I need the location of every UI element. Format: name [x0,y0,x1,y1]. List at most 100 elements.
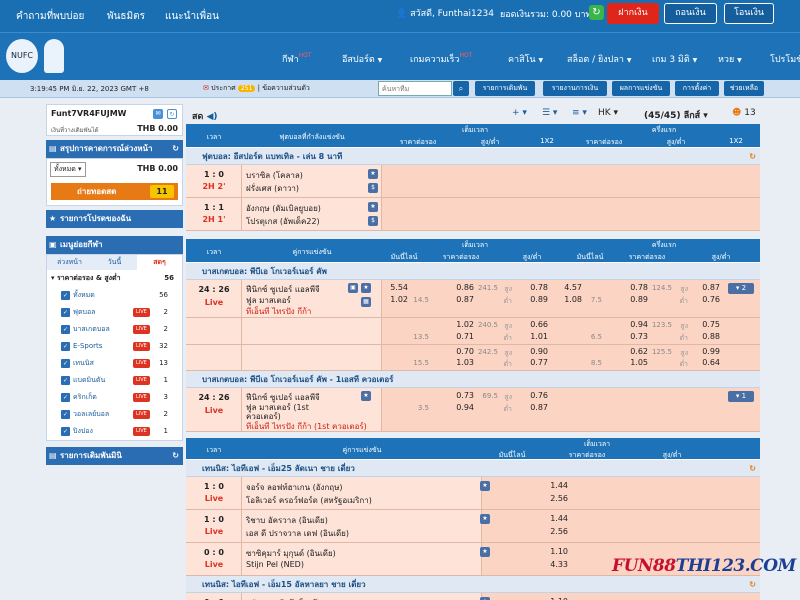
odd-value[interactable]: 0.66 [522,320,548,329]
checkbox-icon[interactable]: ✓ [61,342,70,351]
checkbox-icon[interactable]: ✓ [61,393,70,402]
odd-value[interactable]: 0.89 [622,295,648,304]
faq-link[interactable]: คำถามที่พบบ่อย [16,9,84,24]
checkbox-icon[interactable]: ✓ [61,410,70,419]
odd-value[interactable]: 1.10 [542,547,568,556]
odd-value[interactable]: 1.05 [622,358,648,367]
refresh-icon[interactable]: ↻ [167,109,177,119]
messages-link[interactable]: | ข้อความส่วนตัว [258,84,310,92]
refresh-icon[interactable]: ↻ [749,576,756,593]
results-button[interactable]: ผลการแข่งขัน [612,81,670,96]
player-one[interactable]: ริชาบ อัครวาล (อินเดีย) [246,514,328,527]
sport-item[interactable]: ✓ เทนนิส LIVE 13 [47,355,182,372]
odd-value[interactable]: 0.87 [694,283,720,292]
sport-item[interactable]: ✓ คริกเก็ต LIVE 3 [47,389,182,406]
odd-value[interactable]: 0.76 [522,391,548,400]
team-note[interactable]: ทีเอ็นที ไทรปัง กีก้า (1st ควอเตอร์) [246,420,367,433]
stats-icon[interactable]: ▦ [361,297,371,307]
odd-value[interactable]: 1.03 [448,358,474,367]
nav-slots[interactable]: สล็อต / ยิงปลา ▼ [567,52,631,66]
star-icon[interactable]: ★ [368,202,378,212]
sport-item[interactable]: ✓ ปิงปอง LIVE 1 [47,423,182,440]
odd-value[interactable]: 0.78 [622,283,648,292]
star-icon[interactable]: ★ [480,481,490,491]
odd-value[interactable]: 0.87 [522,403,548,412]
home-team[interactable]: อังกฤษ (ดัมเบิลยูบอย) [246,202,321,215]
star-icon[interactable]: ★ [480,547,490,557]
checkbox-icon[interactable]: ✓ [61,308,70,317]
odd-value[interactable]: 4.33 [542,560,568,569]
sport-item[interactable]: ✓ แบดมินตัน LIVE 1 [47,372,182,389]
odd-value[interactable]: 0.62 [622,347,648,356]
sort-icon[interactable]: ☰ ▾ [542,108,557,118]
settings-button[interactable]: การตั้งค่า [675,81,719,96]
add-icon[interactable]: + ▾ [512,108,527,118]
odd-value[interactable]: 1.02 [382,295,408,304]
tab-live[interactable]: สดๆ [137,255,182,270]
home-team[interactable]: บราซิล (โคลาล) [246,169,303,182]
odd-value[interactable]: 0.94 [622,320,648,329]
odd-value[interactable]: 1.08 [556,295,582,304]
star-icon[interactable]: ★ [480,514,490,524]
odd-value[interactable]: 4.57 [556,283,582,292]
star-icon[interactable]: ★ [361,391,371,401]
refresh-icon[interactable]: ↻ [749,460,756,477]
odd-value[interactable]: 0.88 [694,332,720,341]
odd-value[interactable]: 0.89 [522,295,548,304]
odd-value[interactable]: 0.70 [448,347,474,356]
odd-value[interactable]: 1.44 [542,481,568,490]
odd-value[interactable]: 0.86 [448,283,474,292]
refresh-icon[interactable]: ↻ [589,5,604,20]
bet-slip-header[interactable]: ▤ รายการเดิมพันมินิ ↻ [46,447,183,465]
star-icon[interactable]: ★ [368,169,378,179]
odd-value[interactable]: 5.54 [382,283,408,292]
odd-value[interactable]: 1.01 [522,332,548,341]
odd-value[interactable]: 0.78 [522,283,548,292]
summary-header[interactable]: ▤ สรุปการคาดการณ์ล่วงหน้า ↻ [46,140,183,158]
league-header[interactable]: เทนนิส: ไอทีเอฟ - เอ็ม25 ลัดเนา ชาย เดี่… [186,460,760,477]
transfer-button[interactable]: โอนเงิน [724,3,774,24]
club-logo-icon[interactable]: NUFC [6,39,38,73]
speaker-icon[interactable]: ◀) [206,112,217,122]
odd-value[interactable]: 0.73 [622,332,648,341]
sport-item[interactable]: ✓ E-Sports LIVE 32 [47,338,182,355]
odd-value[interactable]: 0.73 [448,391,474,400]
live-stream-button[interactable]: ถ่ายทอดสด 11 [51,183,178,200]
player-two[interactable]: โอลิเวอร์ ครอว์ฟอร์ด (สหรัฐอเมริกา) [246,494,372,507]
spurs-logo-icon[interactable] [44,39,64,73]
league-header[interactable]: บาสเกตบอล: พีบีเอ โกเวอร์เนอร์ คัพ - 1เอ… [186,371,760,388]
partner-link[interactable]: พันธมิตร [107,9,145,24]
player-two[interactable]: Stijn Pel (NED) [246,560,304,569]
odd-value[interactable]: 0.99 [694,347,720,356]
tab-early[interactable]: ล่วงหน้า [47,255,92,270]
help-button[interactable]: ช่วยเหลือ [724,81,764,96]
more-markets-button[interactable]: ▾ 2 [728,283,754,294]
odd-value[interactable]: 0.64 [694,358,720,367]
sport-item[interactable]: ✓ ทั้งหมด 56 [47,287,182,304]
bet-list-button[interactable]: รายการเดิมพัน [475,81,535,96]
away-team[interactable]: โปรตุเกส (อัพเด็ค22) [246,215,320,228]
player-two[interactable]: เอส ดี ปราจวาล เดฟ (อินเดีย) [246,527,349,540]
league-header[interactable]: เทนนิส: ไอทีเอฟ - เอ็ม15 อัลหาลยา ชาย เด… [186,576,760,593]
tv-icon[interactable]: ▣ [348,283,358,293]
sport-item[interactable]: ✓ ฟุตบอล LIVE 2 [47,304,182,321]
nav-promotions[interactable]: โปรโมชั่ [770,52,800,66]
checkbox-icon[interactable]: ✓ [61,325,70,334]
refresh-icon[interactable]: ↻ [172,140,179,158]
summary-select[interactable]: ทั้งหมด ▾ [50,162,86,177]
odd-value[interactable]: 0.76 [694,295,720,304]
nav-speed-games[interactable]: เกมความเร็วHOT [410,52,472,66]
nav-casino[interactable]: คาสิโน ▼ [508,52,543,66]
odd-value[interactable]: 0.75 [694,320,720,329]
checkbox-icon[interactable]: ✓ [61,359,70,368]
filter-row[interactable]: ▾ ราคาต่อรอง & สูงต่ำ 56 [47,270,182,287]
refresh-icon[interactable]: ↻ [172,447,179,465]
nav-sports[interactable]: กีฬาHOT [282,52,312,66]
player-one[interactable]: จอร์จ ลอฟท์ฮาเกน (อังกฤษ) [246,481,343,494]
odd-value[interactable]: 2.56 [542,527,568,536]
odd-value[interactable]: 0.71 [448,332,474,341]
announcement[interactable]: ✉ ประกาศ 251 | ข้อความส่วนตัว [203,83,310,94]
favorites-header[interactable]: ★ รายการโปรดของฉัน [46,210,183,228]
withdraw-button[interactable]: ถอนเงิน [664,3,717,24]
more-markets-button[interactable]: ▾ 1 [728,391,754,402]
